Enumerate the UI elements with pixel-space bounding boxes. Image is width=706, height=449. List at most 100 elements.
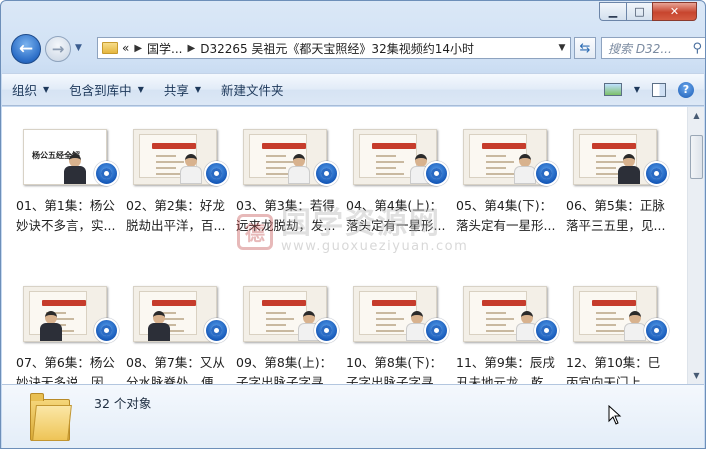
video-player-badge-icon (644, 161, 669, 186)
lecturer-figure (618, 154, 640, 184)
file-name-line: 脱劫出平洋，百... (126, 218, 226, 233)
file-name: 09、第8集(上)： 子字出脉子字寻... (236, 353, 340, 384)
file-name-line: 落头定有一星形... (346, 218, 446, 233)
file-name-line: 10、第8集(下)： (346, 355, 443, 370)
file-name-line: 07、第6集：杨公 (16, 355, 115, 370)
file-name-line: 01、第1集：杨公 (16, 198, 115, 213)
chevron-right-icon[interactable]: ▶ (188, 43, 196, 54)
organize-button[interactable]: 组织 ▼ (2, 74, 59, 105)
lecturer-figure (180, 154, 202, 184)
file-name-line: 11、第9集：辰戌 (456, 355, 555, 370)
video-player-badge-icon (314, 318, 339, 343)
file-name: 10、第8集(下)： 子字出脉子字寻... (346, 353, 450, 384)
title-banner (482, 143, 526, 149)
file-item[interactable]: 08、第7集：又从 分水脉脊处，便... (126, 274, 232, 384)
preview-pane-icon[interactable] (652, 82, 666, 97)
object-count: 32 个对象 (94, 396, 152, 411)
caret-down-icon: ▼ (137, 85, 144, 94)
search-icon[interactable]: ⚲ (692, 41, 702, 56)
video-player-badge-icon (534, 161, 559, 186)
details-pane: 32 个对象 (2, 384, 704, 448)
address-bar[interactable]: « ▶ 国学... ▶ D32265 吴祖元《都天宝照经》32集视频约14小时 … (97, 37, 571, 59)
file-item[interactable]: 07、第6集：杨公 妙诀无多说，因... (16, 274, 122, 384)
title-banner (482, 300, 526, 306)
title-banner (152, 143, 196, 149)
arrow-right-icon: → (51, 40, 65, 58)
include-library-label: 包含到库中 (69, 83, 132, 98)
file-item[interactable]: 06、第5集：正脉 落平三五里，见... (566, 117, 672, 257)
file-name-line: 12、第10集：巳 (566, 355, 661, 370)
help-icon[interactable]: ? (678, 81, 694, 98)
video-player-badge-icon (424, 318, 449, 343)
title-banner (592, 143, 636, 149)
file-item[interactable]: 11、第9集：辰戌 丑未地元龙，乾... (456, 274, 562, 384)
address-dropdown[interactable]: ▼ (554, 43, 570, 53)
include-in-library-button[interactable]: 包含到库中 ▼ (59, 74, 154, 105)
explorer-window: ▁ □ ✕ ← → ▼ « ▶ 国学... ▶ D32265 吴祖元《都天宝照经… (0, 0, 706, 449)
file-name: 02、第2集：好龙 脱劫出平洋，百... (126, 196, 230, 236)
organize-label: 组织 (12, 83, 38, 98)
file-list[interactable]: 杨公五经全解 01、第1集：杨公 妙诀不多言，实... 02、第2集：好龙 脱劫… (2, 107, 687, 384)
close-button[interactable]: ✕ (652, 2, 697, 21)
file-name-line: 丙宜向天门上，... (566, 375, 666, 384)
search-placeholder: 搜索 D32... (608, 41, 672, 56)
folder-icon (30, 393, 72, 441)
lecturer-figure (514, 154, 536, 184)
change-view-icon[interactable] (603, 83, 622, 96)
video-player-badge-icon (424, 161, 449, 186)
file-name-line: 子字出脉子字寻... (346, 375, 446, 384)
file-item[interactable]: 12、第10集：巳 丙宜向天门上，... (566, 274, 672, 384)
title-banner (42, 300, 86, 306)
share-label: 共享 (163, 83, 189, 98)
video-player-badge-icon (94, 318, 119, 343)
breadcrumb-current[interactable]: D32265 吴祖元《都天宝照经》32集视频约14小时 (200, 40, 474, 57)
file-name: 06、第5集：正脉 落平三五里，见... (566, 196, 670, 236)
lecturer-figure (288, 154, 310, 184)
file-name-line: 08、第7集：又从 (126, 355, 225, 370)
new-folder-button[interactable]: 新建文件夹 (211, 74, 294, 105)
search-input[interactable]: 搜索 D32... ⚲ (601, 37, 705, 59)
lecturer-figure (624, 311, 646, 341)
title-banner (372, 300, 416, 306)
file-name: 03、第3集：若得 远来龙脱劫，发... (236, 196, 340, 236)
scroll-down-arrow-icon[interactable]: ▼ (688, 367, 705, 384)
file-item[interactable]: 09、第8集(上)： 子字出脉子字寻... (236, 274, 342, 384)
file-name: 05、第4集(下)： 落头定有一星形... (456, 196, 560, 236)
file-name-line: 05、第4集(下)： (456, 198, 553, 213)
breadcrumb-parent[interactable]: 国学... (147, 40, 182, 57)
title-banner (152, 300, 196, 306)
title-banner (372, 143, 416, 149)
file-item[interactable]: 03、第3集：若得 远来龙脱劫，发... (236, 117, 342, 257)
file-name-line: 02、第2集：好龙 (126, 198, 225, 213)
file-name-line: 丑未地元龙，乾... (456, 375, 556, 384)
mouse-cursor-icon (608, 405, 622, 425)
file-item[interactable]: 02、第2集：好龙 脱劫出平洋，百... (126, 117, 232, 257)
file-name-line: 分水脉脊处，便... (126, 375, 226, 384)
file-item[interactable]: 05、第4集(下)： 落头定有一星形... (456, 117, 562, 257)
file-item[interactable]: 10、第8集(下)： 子字出脉子字寻... (346, 274, 452, 384)
recent-pages-dropdown[interactable]: ▼ (75, 43, 82, 53)
forward-button[interactable]: → (45, 36, 71, 62)
scroll-up-arrow-icon[interactable]: ▲ (688, 107, 705, 124)
share-button[interactable]: 共享 ▼ (154, 74, 211, 105)
scrollbar-thumb[interactable] (690, 135, 703, 179)
chevron-right-icon[interactable]: ▶ (134, 43, 142, 54)
back-button[interactable]: ← (11, 34, 41, 64)
caret-down-icon[interactable]: ▼ (634, 85, 640, 94)
blackboard (359, 134, 417, 178)
file-name-line: 子字出脉子字寻... (236, 375, 336, 384)
video-player-badge-icon (204, 318, 229, 343)
refresh-button[interactable]: ⇆ (574, 37, 596, 59)
vertical-scrollbar[interactable]: ▲ ▼ (687, 107, 704, 384)
video-player-badge-icon (94, 161, 119, 186)
file-name: 08、第7集：又从 分水脉脊处，便... (126, 353, 230, 384)
video-player-badge-icon (644, 318, 669, 343)
lecturer-figure (148, 311, 170, 341)
minimize-button[interactable]: ▁ (599, 2, 626, 21)
breadcrumb-overflow[interactable]: « (122, 41, 129, 55)
file-item[interactable]: 04、第4集(上)： 落头定有一星形... (346, 117, 452, 257)
file-item[interactable]: 杨公五经全解 01、第1集：杨公 妙诀不多言，实... (16, 117, 122, 257)
title-banner (262, 300, 306, 306)
file-name-line: 03、第3集：若得 (236, 198, 335, 213)
maximize-button[interactable]: □ (626, 2, 652, 21)
